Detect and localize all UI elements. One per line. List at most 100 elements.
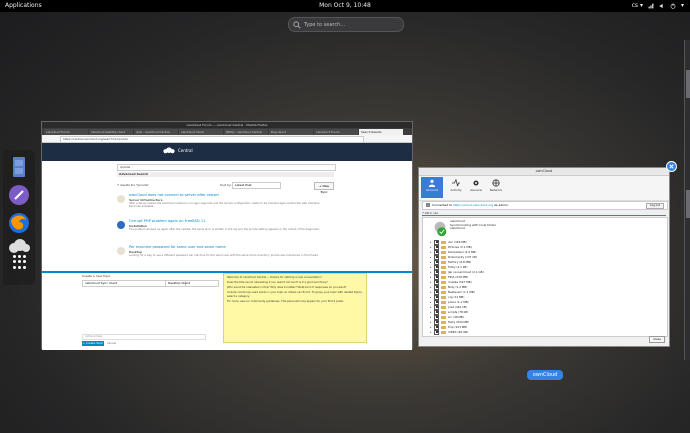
folder-icon (441, 291, 446, 294)
language-indicator[interactable]: cs ▾ (632, 2, 643, 9)
account-icon (428, 179, 436, 187)
avatar (117, 221, 125, 229)
folder-icon (441, 266, 446, 269)
show-applications-icon[interactable] (13, 255, 27, 269)
folder-icon (441, 311, 446, 314)
power-icon (670, 2, 676, 9)
server-url[interactable]: https://cloud.owncloud.org (453, 203, 493, 207)
avatar (117, 247, 125, 255)
account-panel: Connected to https://cloud.owncloud.org … (419, 200, 669, 346)
folder-row[interactable]: ▸ VIDEA (96 GB) (430, 330, 468, 335)
folder-icon (441, 271, 446, 274)
network-icon (648, 3, 654, 8)
folder-icon (441, 261, 446, 264)
tab-network[interactable]: Network (487, 177, 505, 198)
result-snippet: After a server restart the ownCloud inst… (129, 202, 320, 209)
sync-ok-icon (434, 221, 447, 237)
storage-usage-bar (422, 215, 666, 216)
category-select[interactable]: Desktop Client (165, 280, 219, 287)
firefox-icon[interactable] (7, 212, 31, 234)
account-local-folder: ownCloud (450, 226, 465, 231)
tip-bullet: Does the title sound interesting if you … (227, 281, 328, 285)
folder-icon (441, 296, 446, 299)
folder-tree[interactable]: ownCloud Synchronizing with local folder… (422, 217, 668, 337)
tab-label: Account (425, 188, 439, 192)
result-snippet: The problem showed up again after the up… (129, 228, 320, 231)
result-title[interactable]: Corrupt PHP problem again on FreeBSD 11 (129, 219, 205, 223)
folder-icon (441, 241, 446, 244)
sort-label: Sort by: (220, 183, 232, 187)
folder-label: VIDEA (96 GB) (448, 330, 469, 334)
folder-icon (441, 316, 446, 319)
folder-icon (441, 276, 446, 279)
window-label: ownCloud (527, 370, 563, 380)
owncloud-window[interactable]: ownCloud Account Activity General Networ… (419, 168, 669, 346)
language-label: cs (631, 2, 639, 9)
search-placeholder: Type to search… (304, 21, 346, 28)
lock-icon (426, 203, 430, 207)
folder-icon (441, 331, 446, 334)
connected-prefix: Connected to (432, 203, 453, 207)
tip-header: Welcome to ownCloud Central — thanks for… (227, 276, 322, 279)
tab-label: Activity (450, 188, 462, 192)
account-info: ownCloud Synchronizing with local folder… (450, 219, 496, 231)
folder-checkbox[interactable] (434, 330, 439, 335)
folder-icon (441, 306, 446, 309)
workspace-thumbnail[interactable] (686, 70, 690, 98)
activity-icon (452, 179, 460, 187)
folder-icon (441, 251, 446, 254)
result-title[interactable]: Per machine password for same user and s… (129, 245, 226, 249)
tip-bullet: Who would be interested in this? Why doe… (227, 286, 347, 290)
composer-tip: Welcome to ownCloud Central — thanks for… (223, 273, 367, 343)
sort-select[interactable]: Latest Post (232, 182, 281, 189)
tags-input[interactable]: optional tags (82, 334, 206, 340)
dash (3, 150, 35, 285)
folder-icon (441, 326, 446, 329)
workspace-strip[interactable] (684, 40, 690, 360)
top-bar: Applications Mon Oct 9, 10:48 cs ▾ ▾ (0, 0, 690, 12)
tip-bullet: Include commonly used words in your topi… (227, 291, 363, 298)
close-button[interactable]: Close (649, 336, 665, 343)
new-topic-button[interactable]: + New Topic (314, 182, 334, 194)
logout-button[interactable]: Log out (646, 203, 664, 209)
owncloud-logo-icon (163, 147, 175, 154)
volume-icon (659, 3, 663, 8)
file-cabinet-icon[interactable] (7, 156, 31, 178)
workspace-thumbnail[interactable] (686, 190, 690, 218)
power-arrow: ▾ (680, 2, 684, 9)
avatar (117, 195, 125, 203)
clock[interactable]: Mon Oct 9, 10:48 (0, 2, 690, 9)
tab-label: General (470, 188, 482, 192)
owncloud-window-title: ownCloud (419, 168, 669, 176)
folder-icon (441, 286, 446, 289)
forum-search-input[interactable]: ipnode (117, 164, 336, 171)
tab-account[interactable]: Account (421, 177, 443, 198)
cancel-link[interactable]: cancel (107, 341, 116, 346)
close-icon[interactable] (666, 161, 677, 172)
forum-title: Central (178, 148, 193, 153)
result-snippet: Looking for a way to use a different pas… (129, 254, 319, 257)
forum-header: Central (42, 143, 412, 161)
search-input[interactable]: Type to search… (288, 17, 404, 32)
result-title[interactable]: ownCloud does not connect to server afte… (129, 193, 219, 197)
tab-general[interactable]: General (467, 177, 485, 198)
language-arrow: ▾ (639, 2, 643, 9)
folder-icon (441, 256, 446, 259)
tip-footer: For more, see our community guidelines. … (227, 299, 344, 303)
url-bar[interactable]: https://central.owncloud.org/search?q=ip… (60, 136, 364, 143)
folder-icon (441, 246, 446, 249)
folder-icon (441, 301, 446, 304)
tab-activity[interactable]: Activity (447, 177, 465, 198)
notes-app-icon[interactable] (7, 184, 31, 206)
settings-toolbar: Account Activity General Network (419, 176, 669, 201)
system-tray[interactable]: cs ▾ ▾ (632, 2, 684, 9)
gear-icon (473, 180, 479, 186)
advanced-search-toggle[interactable]: Advanced Search (117, 172, 334, 177)
folder-icon (441, 321, 446, 324)
composer-label: Create a new Topic (82, 274, 111, 278)
create-topic-button[interactable]: + Create Topic (82, 341, 104, 346)
network-icon (492, 179, 500, 187)
connection-status: Connected to https://cloud.owncloud.org … (422, 201, 668, 210)
navigation-bar: https://central.owncloud.org/search?q=ip… (42, 135, 412, 143)
connected-suffix: as admin. (494, 203, 509, 207)
